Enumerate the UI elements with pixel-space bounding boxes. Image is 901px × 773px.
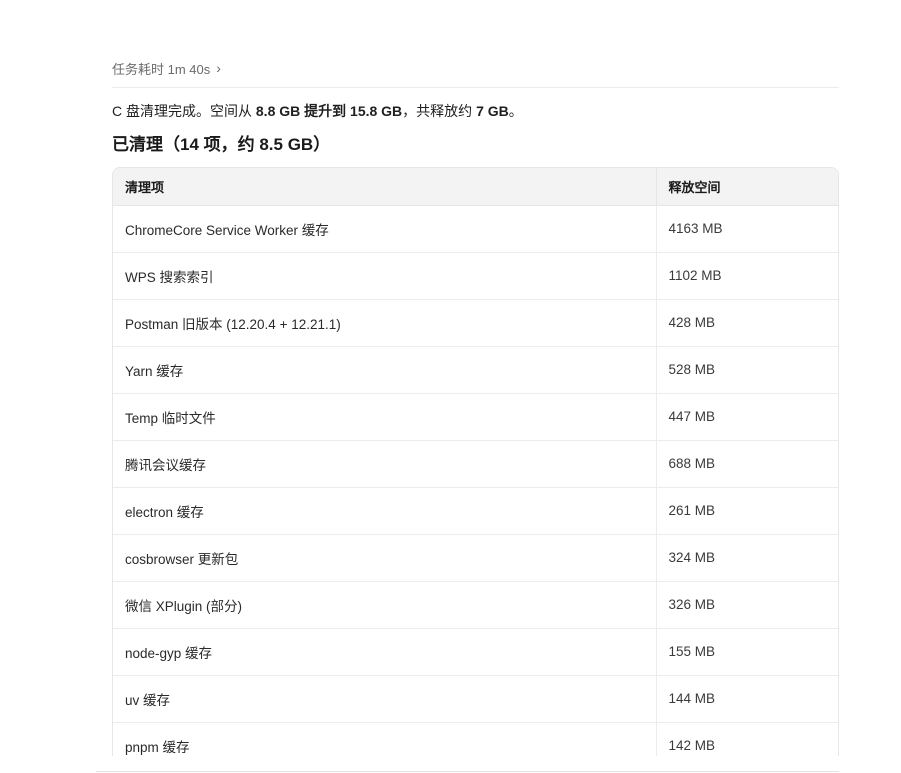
table-row: 腾讯会议缓存 688 MB (113, 440, 838, 488)
cleaned-item-size: 428 MB (655, 299, 838, 347)
table-row: ChromeCore Service Worker 缓存 4163 MB (113, 205, 838, 253)
column-header-size: 释放空间 (655, 168, 838, 206)
cleaned-item-size: 447 MB (655, 393, 838, 441)
cleaned-item-name: WPS 搜索索引 (113, 252, 656, 300)
summary-freed-size: 7 GB (476, 103, 509, 119)
table-row: Temp 临时文件 447 MB (113, 393, 838, 441)
table-row: Yarn 缓存 528 MB (113, 346, 838, 394)
summary-to-size: 15.8 GB (350, 103, 403, 119)
task-duration-label: 任务耗时 1m 40s (112, 61, 211, 77)
cleaned-heading: 已清理（14 项，约 8.5 GB） (112, 135, 331, 154)
cleaned-item-size: 261 MB (655, 487, 838, 535)
table-row: 微信 XPlugin (部分) 326 MB (113, 581, 838, 629)
cleaned-item-size: 688 MB (655, 440, 838, 488)
cleaned-item-size: 4163 MB (655, 205, 838, 253)
cleaned-item-name: Temp 临时文件 (113, 393, 656, 441)
summary-from-size: 8.8 GB (255, 103, 301, 119)
cleaned-table: 清理项 释放空间 ChromeCore Service Worker 缓存 416… (113, 168, 838, 756)
cleaned-item-size: 324 MB (655, 534, 838, 582)
cleaned-item-size: 144 MB (655, 675, 838, 723)
cleaned-item-size: 528 MB (655, 346, 838, 394)
task-duration-toggle[interactable]: 任务耗时 1m 40s › (112, 58, 221, 78)
cleaned-item-name: node-gyp 缓存 (113, 628, 656, 676)
table-row: uv 缓存 144 MB (113, 675, 838, 723)
summary-mid: 提升到 (300, 103, 351, 119)
cleaned-item-size: 1102 MB (655, 252, 838, 300)
chevron-right-icon: › (216, 60, 221, 76)
cleaned-item-size: 142 MB (655, 722, 838, 756)
cleaned-item-size: 326 MB (655, 581, 838, 629)
table-row: cosbrowser 更新包 324 MB (113, 534, 838, 582)
cleaned-item-name: 微信 XPlugin (部分) (113, 581, 656, 629)
summary-part2: ，共释放约 (402, 103, 477, 119)
cleaned-item-size: 155 MB (655, 628, 838, 676)
cleaned-item-name: Postman 旧版本 (12.20.4 + 12.21.1) (113, 299, 656, 347)
chat-response: 任务耗时 1m 40s › C 盘清理完成。空间从 8.8 GB 提升到 15.… (0, 0, 901, 773)
cleaned-table-container[interactable]: 清理项 释放空间 ChromeCore Service Worker 缓存 416… (112, 167, 839, 756)
table-row: WPS 搜索索引 1102 MB (113, 252, 838, 300)
column-header-item: 清理项 (113, 168, 656, 206)
table-row: Postman 旧版本 (12.20.4 + 12.21.1) 428 MB (113, 299, 838, 347)
cleaned-item-name: 腾讯会议缓存 (113, 440, 656, 488)
cleaned-item-name: Yarn 缓存 (113, 346, 656, 394)
summary-part1: C 盘清理完成。空间从 (112, 103, 256, 119)
table-header-row: 清理项 释放空间 (113, 168, 838, 206)
divider (112, 87, 839, 88)
summary-text: C 盘清理完成。空间从 8.8 GB 提升到 15.8 GB，共释放约 7 GB… (112, 101, 523, 121)
table-row: pnpm 缓存 142 MB (113, 722, 838, 756)
cleaned-item-name: cosbrowser 更新包 (113, 534, 656, 582)
cleaned-item-name: pnpm 缓存 (113, 722, 656, 756)
cleaned-item-name: ChromeCore Service Worker 缓存 (113, 205, 656, 253)
table-row: electron 缓存 261 MB (113, 487, 838, 535)
bottom-divider (96, 771, 839, 772)
table-row: node-gyp 缓存 155 MB (113, 628, 838, 676)
summary-part3: 。 (508, 103, 523, 119)
cleaned-item-name: uv 缓存 (113, 675, 656, 723)
cleaned-item-name: electron 缓存 (113, 487, 656, 535)
